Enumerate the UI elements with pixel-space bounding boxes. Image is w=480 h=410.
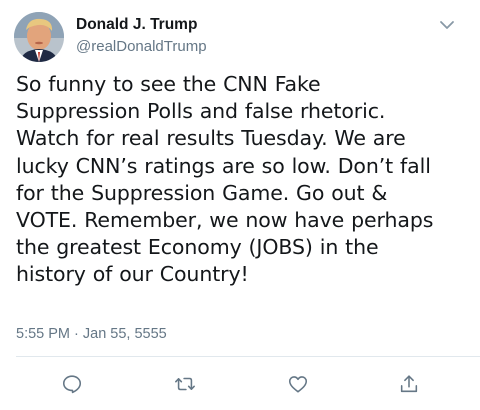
author-name[interactable]: Donald J. Trump bbox=[76, 16, 197, 34]
author-handle[interactable]: @realDonaldTrump bbox=[76, 38, 207, 55]
tweet-text: So funny to see the CNN Fake Suppression… bbox=[16, 71, 468, 289]
retweet-button[interactable] bbox=[174, 373, 196, 395]
reply-button[interactable] bbox=[61, 373, 83, 395]
tweet-text-line: for the Suppression Game. Go out & bbox=[16, 180, 388, 205]
reply-icon bbox=[62, 375, 82, 394]
tweet-text-line: lucky CNN’s ratings are so low. Don’t fa… bbox=[16, 153, 431, 178]
share-button[interactable] bbox=[398, 373, 420, 395]
share-icon bbox=[400, 375, 418, 393]
profile-photo-icon bbox=[14, 12, 64, 62]
tweet-text-line: So funny to see the CNN Fake bbox=[16, 72, 321, 96]
tweet-timestamp[interactable]: 5:55 PM · Jan 55, 5555 bbox=[16, 326, 167, 342]
avatar[interactable] bbox=[14, 12, 64, 62]
tweet-text-line: Watch for real results Tuesday. We are bbox=[16, 126, 406, 151]
like-icon bbox=[288, 376, 308, 393]
tweet-text-line: VOTE. Remember, we now have perhaps bbox=[16, 208, 434, 233]
divider bbox=[16, 356, 480, 357]
tweet-text-line: history of our Country! bbox=[16, 262, 249, 287]
tweet-text-line: Suppression Polls and false rhetoric. bbox=[16, 99, 386, 124]
tweet-card: Donald J. Trump @realDonaldTrump So funn… bbox=[0, 0, 480, 410]
tweet-text-line: the greatest Economy (JOBS) in the bbox=[16, 235, 379, 260]
chevron-down-icon[interactable] bbox=[438, 18, 456, 32]
retweet-icon bbox=[175, 377, 195, 391]
like-button[interactable] bbox=[287, 373, 309, 395]
